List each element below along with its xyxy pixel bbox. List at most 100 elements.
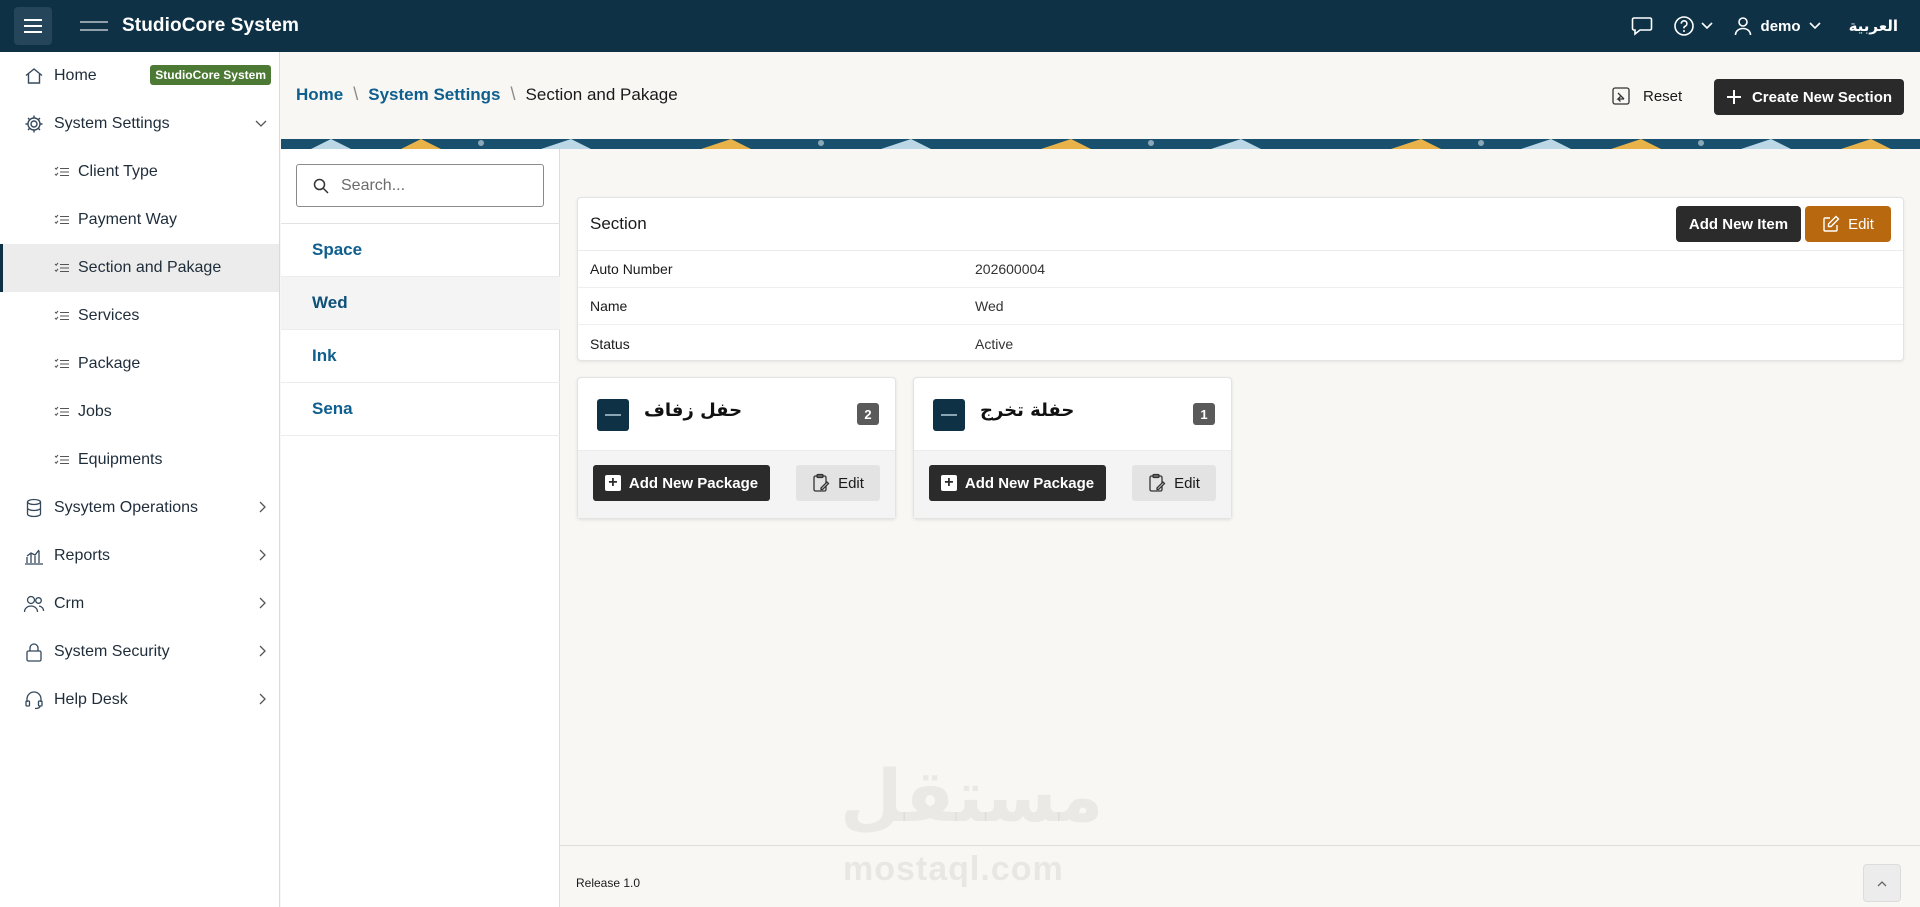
sidebar-item-section-and-pakage[interactable]: Section and Pakage [0,244,279,292]
help-icon [1673,16,1694,36]
sidebar-item-home[interactable]: Home StudioCore System [0,52,279,100]
sidebar-item-label: Client Type [78,163,158,180]
clipboard-icon [1149,473,1166,492]
detail-value: Active [975,335,1014,352]
database-icon [22,496,46,520]
reset-icon [1612,87,1630,105]
chevron-right-icon [259,597,266,609]
sidebar-item-system-settings[interactable]: System Settings [0,100,279,148]
sidebar-item-label: Home [54,67,97,84]
chevron-right-icon [259,645,266,657]
decorative-banner [281,139,1920,149]
user-name: demo [1760,17,1801,35]
edit-package-button[interactable]: Edit [1132,465,1216,501]
list-item[interactable]: Sena [281,383,560,436]
detail-row: Name Wed [578,288,1903,325]
reset-button[interactable]: Reset [1603,80,1690,112]
sidebar-item-label: Package [78,355,141,372]
sidebar-item-system-security[interactable]: System Security [0,628,279,676]
chevron-down-icon [1700,22,1713,30]
edit-package-button[interactable]: Edit [796,465,880,501]
chevron-right-icon [259,693,266,705]
search-field[interactable] [296,164,544,207]
package-card: حفلة تخرج 1 + Add New Package Edit [913,377,1232,519]
list-item[interactable]: Ink [281,330,560,383]
sidebar-item-label: Equipments [78,451,163,468]
chart-icon [22,544,46,568]
page-footer: Release 1.0 [560,845,1920,907]
sidebar-item-client-type[interactable]: Client Type [0,148,279,196]
list-item[interactable]: Space [281,224,560,277]
create-new-section-button[interactable]: Create New Section [1714,79,1904,115]
chevron-down-icon [1808,22,1821,30]
checklist-icon [52,400,72,424]
detail-row: Auto Number 202600004 [578,251,1903,288]
breadcrumb-home[interactable]: Home [296,85,343,105]
clipboard-icon [813,473,830,492]
plus-icon [1726,90,1741,104]
edit-section-button[interactable]: Edit [1805,206,1891,242]
watermark-arabic: مستقل [840,754,1104,838]
package-avatar [933,399,965,431]
home-icon [22,64,46,88]
checklist-icon [52,448,72,472]
app-logo [80,21,108,31]
section-card-title: Section [590,214,647,233]
headset-icon [22,688,46,712]
add-new-package-button[interactable]: + Add New Package [593,465,770,501]
sidebar-item-label: Payment Way [78,211,177,228]
user-menu[interactable]: demo [1733,16,1821,36]
sidebar-item-label: Help Desk [54,691,128,708]
chat-icon[interactable] [1631,16,1653,36]
checklist-icon [52,352,72,376]
sidebar: Home StudioCore System System Settings C… [0,52,280,907]
plus-square-icon: + [604,475,621,491]
chevron-down-icon [255,120,267,127]
breadcrumb-separator: \ [510,84,516,104]
add-new-package-button[interactable]: + Add New Package [929,465,1106,501]
sidebar-item-package[interactable]: Package [0,340,279,388]
package-count-badge: 1 [1193,403,1215,425]
sidebar-item-services[interactable]: Services [0,292,279,340]
search-input[interactable] [341,176,521,195]
section-list-panel: Space Wed Ink Sena [281,149,560,907]
sidebar-item-jobs[interactable]: Jobs [0,388,279,436]
list-item[interactable]: Wed [281,277,560,330]
add-new-item-button[interactable]: Add New Item [1676,206,1801,242]
chevron-right-icon [259,501,266,513]
app-title[interactable]: StudioCore System [122,15,299,37]
breadcrumb-separator: \ [353,84,359,104]
sidebar-item-crm[interactable]: Crm [0,580,279,628]
release-label: Release 1.0 [576,876,641,890]
detail-key: Status [590,335,630,352]
breadcrumb-system-settings[interactable]: System Settings [368,85,500,105]
add-package-label: Add New Package [628,474,759,492]
section-list: Space Wed Ink Sena [281,224,560,436]
user-icon [1734,17,1751,36]
sidebar-item-system-operations[interactable]: Sysytem Operations [0,484,279,532]
chevron-up-icon [1877,880,1887,886]
detail-value: Wed [975,298,1004,314]
hamburger-icon[interactable] [14,7,52,45]
add-package-label: Add New Package [964,474,1095,492]
edit-label: Edit [1174,474,1200,492]
help-menu[interactable] [1673,15,1713,37]
language-link[interactable]: العربية [1849,17,1898,35]
watermark-latin: mostaql.com [843,850,1064,888]
reset-label: Reset [1643,87,1683,105]
users-icon [22,592,46,616]
package-name: حفلة تخرج [980,400,1075,421]
scroll-to-top-button[interactable] [1863,864,1901,902]
sidebar-item-help-desk[interactable]: Help Desk [0,676,279,724]
sidebar-item-label: System Security [54,643,170,660]
detail-row: Status Active [578,325,1903,362]
sidebar-item-payment-way[interactable]: Payment Way [0,196,279,244]
package-name: حفل زفاف [644,400,743,421]
section-detail-card: Section Add New Item Edit Auto Number 20… [577,197,1904,361]
sidebar-item-equipments[interactable]: Equipments [0,436,279,484]
checklist-icon [52,256,72,280]
gear-icon [22,112,46,136]
sidebar-item-label: Jobs [78,403,112,420]
sidebar-item-reports[interactable]: Reports [0,532,279,580]
sidebar-item-label: System Settings [54,115,170,132]
